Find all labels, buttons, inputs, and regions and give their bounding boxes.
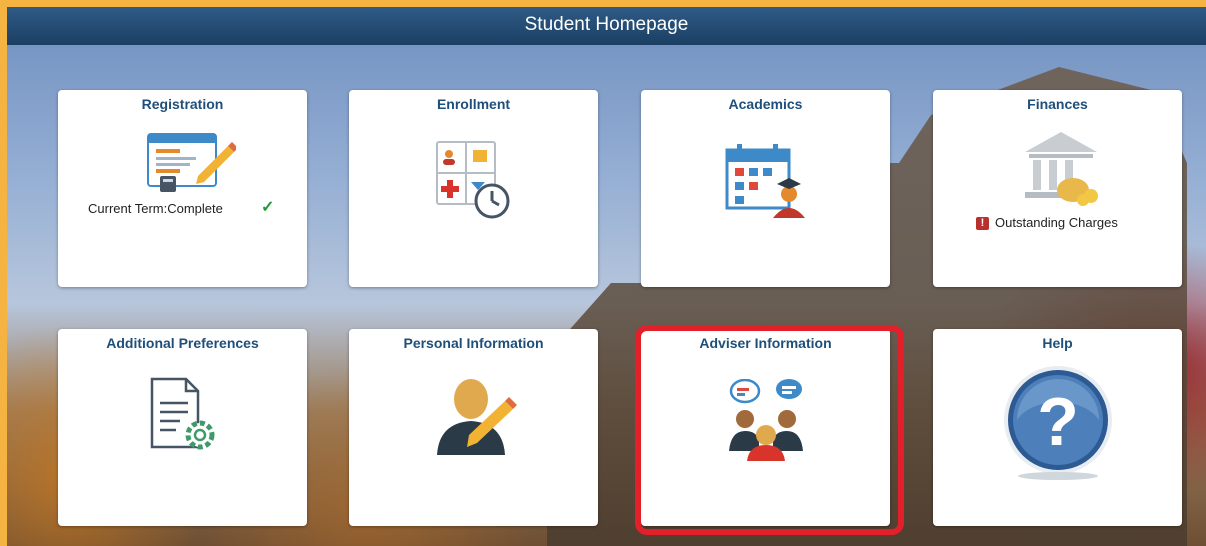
tile-additional-preferences[interactable]: Additional Preferences (58, 329, 307, 526)
tile-title: Enrollment (436, 96, 511, 112)
alert-icon: ! (976, 217, 989, 230)
finances-status: ! Outstanding Charges (976, 215, 1118, 230)
tile-enrollment[interactable]: Enrollment (349, 90, 598, 287)
page-title: Student Homepage (524, 14, 689, 35)
tile-title: Help (1042, 335, 1073, 351)
tile-registration[interactable]: Registration Current Term:Complete ✓ (58, 90, 307, 287)
tile-title: Finances (1027, 96, 1088, 112)
tile-adviser-information[interactable]: Adviser Information (641, 329, 890, 526)
tile-title: Registration (141, 96, 224, 112)
tile-academics[interactable]: Academics (641, 90, 890, 287)
page-frame: Student Homepage Registration Current Te… (7, 7, 1206, 546)
tile-title: Adviser Information (699, 335, 832, 351)
tile-finances[interactable]: Finances ! Outstanding Charges (933, 90, 1182, 287)
tile-title: Personal Information (403, 335, 544, 351)
enrollment-icon (436, 141, 510, 219)
adviser-group-icon (729, 379, 803, 461)
finances-status-text: Outstanding Charges (995, 215, 1118, 230)
page-header: Student Homepage (7, 7, 1206, 45)
finances-bank-icon (1025, 132, 1098, 206)
tile-help[interactable]: Help ? (933, 329, 1182, 526)
help-question-icon: ? (1004, 366, 1112, 480)
help-glyph: ? (1037, 384, 1079, 460)
document-settings-icon (150, 377, 215, 450)
registration-status: Current Term:Complete (88, 201, 223, 216)
tile-personal-information[interactable]: Personal Information (349, 329, 598, 526)
checkmark-icon: ✓ (261, 199, 275, 216)
tile-title: Academics (728, 96, 803, 112)
academics-calendar-icon (725, 144, 805, 218)
person-edit-icon (437, 379, 517, 455)
registration-status-text: Current Term:Complete (88, 201, 223, 216)
tile-title: Additional Preferences (106, 335, 259, 351)
registration-icon (147, 133, 236, 192)
